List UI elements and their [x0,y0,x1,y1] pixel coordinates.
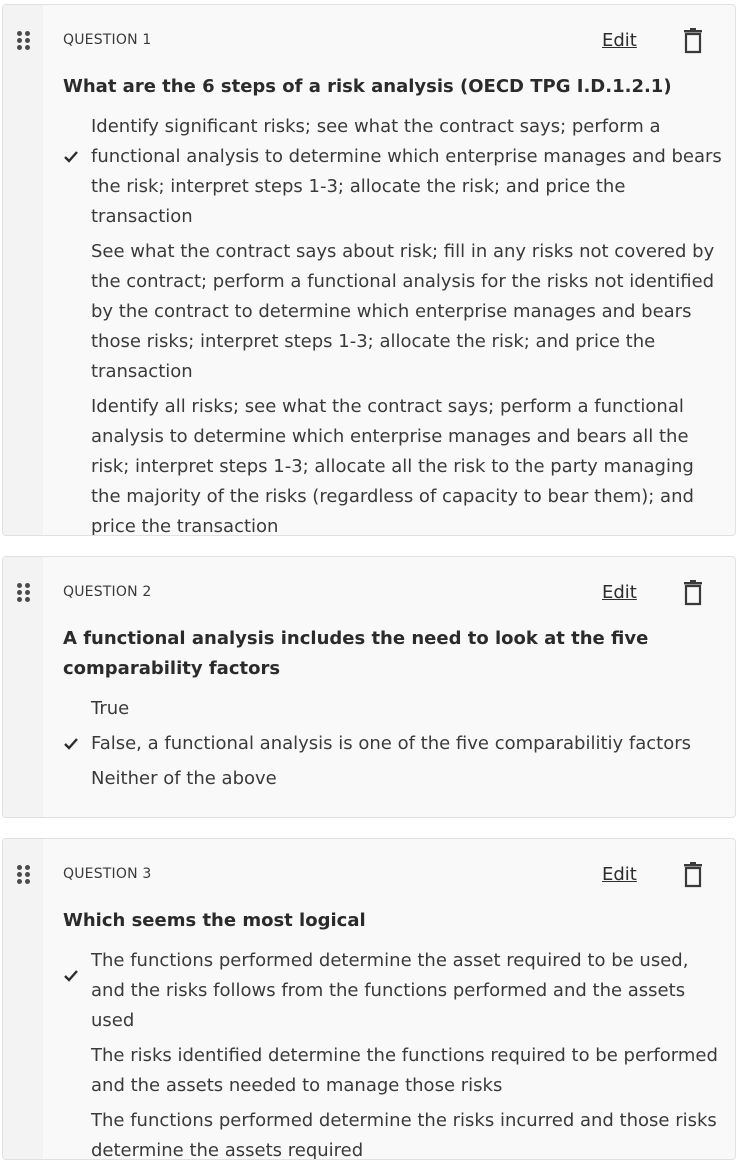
answer-list: Identify significant risks; see what the… [63,112,723,536]
answer-text: True [91,698,130,719]
question-card-2: QUESTION 2 Edit A functional analysis in… [2,556,736,818]
check-icon [64,151,78,163]
trash-icon[interactable] [682,862,704,888]
question-label: QUESTION 2 [63,584,152,600]
answer-option: See what the contract says about risk; f… [63,237,723,387]
drag-handle-column [3,839,43,1159]
answer-option: The risks identified determine the funct… [63,1041,723,1101]
answer-option: The functions performed determine the ri… [63,1106,723,1160]
drag-handle-icon[interactable] [17,865,31,887]
answer-list: The functions performed determine the as… [63,946,723,1160]
edit-button[interactable]: Edit [602,582,637,603]
drag-handle-icon[interactable] [17,31,31,53]
trash-icon[interactable] [682,580,704,606]
answer-option: False, a functional analysis is one of t… [63,729,723,759]
question-card-1: QUESTION 1 Edit What are the 6 steps of … [2,4,736,536]
answer-option: Identify all risks; see what the contrac… [63,392,723,536]
check-icon [64,738,78,750]
answer-option: True [63,694,723,724]
edit-button[interactable]: Edit [602,864,637,885]
answer-option: The functions performed determine the as… [63,946,723,1036]
question-text: What are the 6 steps of a risk analysis … [63,76,672,97]
answer-text: Identify significant risks; see what the… [91,116,722,227]
drag-handle-column [3,5,43,535]
question-card-3: QUESTION 3 Edit Which seems the most log… [2,838,736,1160]
question-text: A functional analysis includes the need … [63,628,649,679]
answer-text: The risks identified determine the funct… [91,1045,718,1096]
question-text: Which seems the most logical [63,910,366,931]
answer-option: Neither of the above [63,764,723,794]
check-icon [64,970,78,982]
answer-text: See what the contract says about risk; f… [91,241,715,382]
answer-text: Identify all risks; see what the contrac… [91,396,694,536]
answer-text: The functions performed determine the as… [91,950,689,1031]
question-label: QUESTION 3 [63,866,152,882]
answer-text: Neither of the above [91,768,277,789]
answer-list: True False, a functional analysis is one… [63,694,723,799]
drag-handle-icon[interactable] [17,583,31,605]
answer-text: The functions performed determine the ri… [91,1110,717,1160]
edit-button[interactable]: Edit [602,30,637,51]
trash-icon[interactable] [682,28,704,54]
answer-option: Identify significant risks; see what the… [63,112,723,232]
answer-text: False, a functional analysis is one of t… [91,733,692,754]
question-label: QUESTION 1 [63,32,152,48]
